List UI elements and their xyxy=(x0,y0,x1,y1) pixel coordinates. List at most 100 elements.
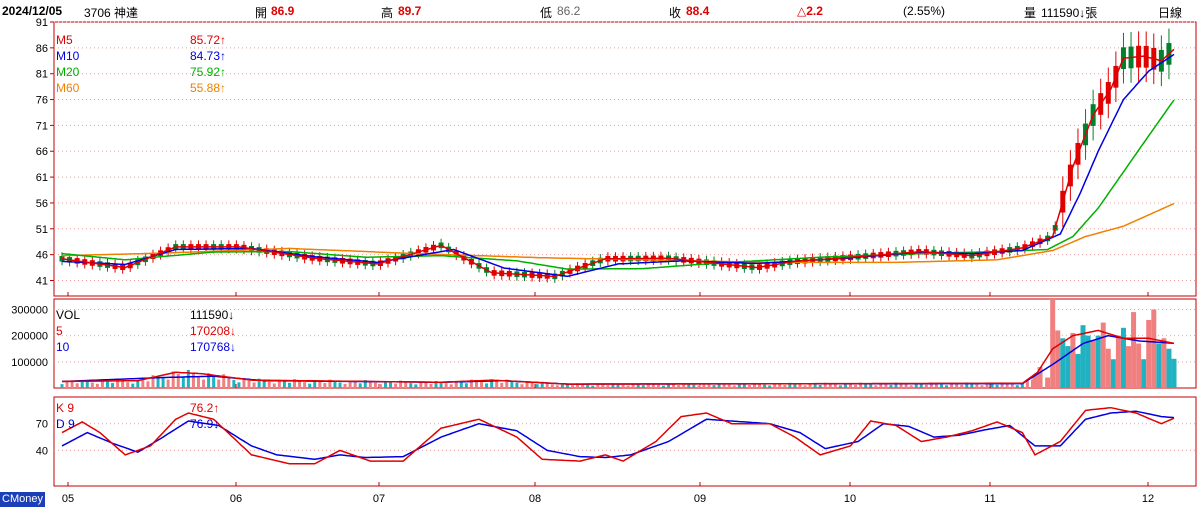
volume-bar xyxy=(1171,358,1177,388)
volume-bar xyxy=(176,373,180,388)
volume-bar xyxy=(1045,377,1051,388)
volume-bar xyxy=(70,382,74,388)
volume-bar xyxy=(621,384,625,388)
volume-bar xyxy=(429,383,433,388)
volume-bar xyxy=(1146,319,1152,388)
legend-value: 55.88↑ xyxy=(190,81,227,95)
volume-bar xyxy=(394,383,398,388)
price-tick-label: 56 xyxy=(36,198,48,210)
volume-bar xyxy=(191,373,195,388)
volume-bar xyxy=(813,384,817,388)
x-tick-label: 08 xyxy=(529,493,541,505)
volume-bar xyxy=(485,383,489,388)
volume-bar xyxy=(318,381,322,388)
volume-bar xyxy=(697,385,701,388)
volume-bar xyxy=(1060,338,1066,388)
volume-bar xyxy=(232,379,236,388)
legend-value: 76.9↓ xyxy=(190,417,220,431)
legend-label: 10 xyxy=(56,340,70,354)
legend-label: M60 xyxy=(56,81,80,95)
volume-bar xyxy=(995,384,999,388)
volume-bar xyxy=(530,382,534,388)
volume-bar xyxy=(237,382,241,388)
volume-bar xyxy=(449,384,453,388)
volume-bar xyxy=(550,384,554,388)
volume-bar xyxy=(1070,333,1076,388)
volume-bar xyxy=(227,377,231,388)
stock-chart[interactable]: 91 86 81 76 71 66 61 56 51 46 41 05 06 07 08 09 10 11 12 30… xyxy=(0,0,1198,515)
x-tick-label: 07 xyxy=(373,493,385,505)
price-tick-label: 61 xyxy=(36,172,48,184)
volume-bar xyxy=(1126,346,1132,388)
volume-bar xyxy=(252,382,256,388)
kd-tick-label: 40 xyxy=(36,445,48,457)
volume-bar xyxy=(1010,384,1014,388)
volume-bar xyxy=(111,383,115,388)
volume-bar xyxy=(586,384,590,388)
legend-value: 84.73↑ xyxy=(190,49,227,63)
volume-bar xyxy=(272,383,276,388)
x-tick-label: 12 xyxy=(1142,493,1154,505)
volume-bar xyxy=(980,385,984,388)
volume-bar xyxy=(520,384,524,388)
volume-bar xyxy=(444,383,448,388)
price-tick-label: 86 xyxy=(36,43,48,55)
volume-bar xyxy=(884,383,888,388)
volume-bar xyxy=(924,384,928,388)
volume-bar xyxy=(535,384,539,388)
volume-bar xyxy=(459,382,463,388)
volume-bar xyxy=(121,380,125,388)
volume-bar xyxy=(217,379,221,388)
x-tick-label: 09 xyxy=(694,493,706,505)
volume-bar xyxy=(1015,385,1019,388)
volume-bar xyxy=(510,381,514,388)
kd-tick-label: 70 xyxy=(36,419,48,431)
price-tick-label: 71 xyxy=(36,120,48,132)
volume-bar xyxy=(591,385,595,388)
volume-bar xyxy=(732,385,736,388)
volume-bar xyxy=(480,382,484,388)
volume-bar xyxy=(945,385,949,388)
volume-bar xyxy=(874,385,878,388)
legend-value: 170208↓ xyxy=(190,324,237,338)
price-tick-label: 41 xyxy=(36,275,48,287)
volume-bar xyxy=(1131,312,1137,388)
price-tick-label: 81 xyxy=(36,69,48,81)
volume-bar xyxy=(727,384,731,388)
volume-bar xyxy=(798,384,802,388)
x-tick-label: 05 xyxy=(62,493,74,505)
volume-bar xyxy=(95,383,99,388)
volume-bar xyxy=(869,384,873,388)
volume-bar xyxy=(661,385,665,388)
volume-bar xyxy=(1050,299,1056,388)
volume-bar xyxy=(181,377,185,388)
volume-bar xyxy=(854,384,858,388)
legend-label: D 9 xyxy=(56,417,75,431)
volume-bar xyxy=(626,385,630,388)
volume-bar xyxy=(1115,335,1121,388)
legend-label: 5 xyxy=(56,324,63,338)
volume-bar xyxy=(909,385,913,388)
volume-bar xyxy=(1166,348,1172,388)
volume-bar xyxy=(1085,335,1091,388)
volume-bar xyxy=(712,385,716,388)
volume-bar xyxy=(343,383,347,388)
volume-bar xyxy=(323,383,327,388)
volume-bar xyxy=(1075,353,1081,388)
legend-value: 85.72↑ xyxy=(190,33,227,47)
volume-bar xyxy=(389,382,393,388)
volume-tick-label: 200000 xyxy=(11,331,48,343)
volume-bar xyxy=(1090,340,1096,388)
volume-bar xyxy=(742,384,746,388)
price-tick-label: 91 xyxy=(36,17,48,29)
volume-bar xyxy=(287,382,291,388)
volume-bar xyxy=(555,385,559,388)
volume-bar xyxy=(298,380,302,388)
legend-label: M5 xyxy=(56,33,73,47)
volume-bar xyxy=(464,383,468,388)
volume-bar xyxy=(1120,327,1126,388)
legend-label: VOL xyxy=(56,308,81,322)
volume-bar xyxy=(763,384,767,388)
ma60-line xyxy=(61,202,1175,264)
volume-bar xyxy=(368,381,372,388)
